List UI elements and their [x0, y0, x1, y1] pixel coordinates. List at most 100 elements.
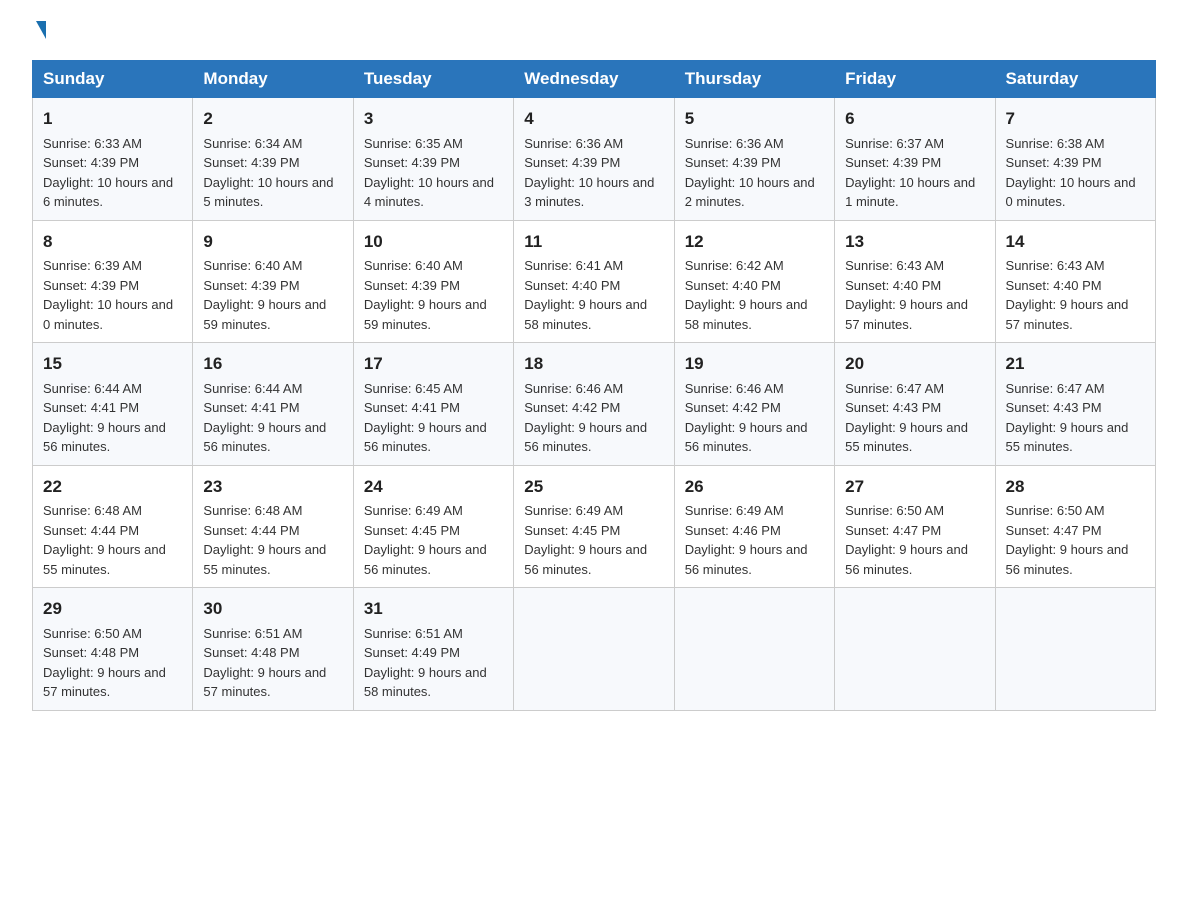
day-of-week-header: Wednesday: [514, 61, 674, 98]
calendar-day-cell: [674, 588, 834, 711]
day-number: 21: [1006, 351, 1145, 377]
day-info: Sunrise: 6:35 AMSunset: 4:39 PMDaylight:…: [364, 136, 494, 210]
day-info: Sunrise: 6:40 AMSunset: 4:39 PMDaylight:…: [364, 258, 487, 332]
day-info: Sunrise: 6:43 AMSunset: 4:40 PMDaylight:…: [845, 258, 968, 332]
page-header: [32, 24, 1156, 42]
day-info: Sunrise: 6:50 AMSunset: 4:48 PMDaylight:…: [43, 626, 166, 700]
calendar-day-cell: 5 Sunrise: 6:36 AMSunset: 4:39 PMDayligh…: [674, 98, 834, 221]
calendar-day-cell: 18 Sunrise: 6:46 AMSunset: 4:42 PMDaylig…: [514, 343, 674, 466]
day-number: 4: [524, 106, 663, 132]
day-number: 10: [364, 229, 503, 255]
day-info: Sunrise: 6:36 AMSunset: 4:39 PMDaylight:…: [685, 136, 815, 210]
day-number: 19: [685, 351, 824, 377]
day-number: 2: [203, 106, 342, 132]
calendar-day-cell: 22 Sunrise: 6:48 AMSunset: 4:44 PMDaylig…: [33, 465, 193, 588]
calendar-day-cell: 13 Sunrise: 6:43 AMSunset: 4:40 PMDaylig…: [835, 220, 995, 343]
day-number: 14: [1006, 229, 1145, 255]
day-number: 3: [364, 106, 503, 132]
day-number: 1: [43, 106, 182, 132]
day-number: 27: [845, 474, 984, 500]
day-number: 26: [685, 474, 824, 500]
calendar-header-row: SundayMondayTuesdayWednesdayThursdayFrid…: [33, 61, 1156, 98]
day-number: 22: [43, 474, 182, 500]
calendar-day-cell: 23 Sunrise: 6:48 AMSunset: 4:44 PMDaylig…: [193, 465, 353, 588]
calendar-day-cell: 26 Sunrise: 6:49 AMSunset: 4:46 PMDaylig…: [674, 465, 834, 588]
calendar-week-row: 22 Sunrise: 6:48 AMSunset: 4:44 PMDaylig…: [33, 465, 1156, 588]
day-number: 24: [364, 474, 503, 500]
day-info: Sunrise: 6:47 AMSunset: 4:43 PMDaylight:…: [1006, 381, 1129, 455]
day-number: 31: [364, 596, 503, 622]
calendar-week-row: 1 Sunrise: 6:33 AMSunset: 4:39 PMDayligh…: [33, 98, 1156, 221]
calendar-day-cell: 16 Sunrise: 6:44 AMSunset: 4:41 PMDaylig…: [193, 343, 353, 466]
calendar-day-cell: 17 Sunrise: 6:45 AMSunset: 4:41 PMDaylig…: [353, 343, 513, 466]
day-number: 5: [685, 106, 824, 132]
day-number: 18: [524, 351, 663, 377]
day-info: Sunrise: 6:36 AMSunset: 4:39 PMDaylight:…: [524, 136, 654, 210]
day-info: Sunrise: 6:37 AMSunset: 4:39 PMDaylight:…: [845, 136, 975, 210]
day-number: 29: [43, 596, 182, 622]
calendar-day-cell: 11 Sunrise: 6:41 AMSunset: 4:40 PMDaylig…: [514, 220, 674, 343]
calendar-day-cell: [514, 588, 674, 711]
calendar-day-cell: 25 Sunrise: 6:49 AMSunset: 4:45 PMDaylig…: [514, 465, 674, 588]
day-info: Sunrise: 6:50 AMSunset: 4:47 PMDaylight:…: [1006, 503, 1129, 577]
calendar-day-cell: 31 Sunrise: 6:51 AMSunset: 4:49 PMDaylig…: [353, 588, 513, 711]
calendar-day-cell: 29 Sunrise: 6:50 AMSunset: 4:48 PMDaylig…: [33, 588, 193, 711]
day-info: Sunrise: 6:51 AMSunset: 4:49 PMDaylight:…: [364, 626, 487, 700]
day-info: Sunrise: 6:34 AMSunset: 4:39 PMDaylight:…: [203, 136, 333, 210]
calendar-day-cell: 30 Sunrise: 6:51 AMSunset: 4:48 PMDaylig…: [193, 588, 353, 711]
day-of-week-header: Sunday: [33, 61, 193, 98]
logo: [32, 24, 46, 42]
day-info: Sunrise: 6:47 AMSunset: 4:43 PMDaylight:…: [845, 381, 968, 455]
day-info: Sunrise: 6:42 AMSunset: 4:40 PMDaylight:…: [685, 258, 808, 332]
day-info: Sunrise: 6:50 AMSunset: 4:47 PMDaylight:…: [845, 503, 968, 577]
day-info: Sunrise: 6:49 AMSunset: 4:46 PMDaylight:…: [685, 503, 808, 577]
day-info: Sunrise: 6:49 AMSunset: 4:45 PMDaylight:…: [364, 503, 487, 577]
calendar-day-cell: 3 Sunrise: 6:35 AMSunset: 4:39 PMDayligh…: [353, 98, 513, 221]
calendar-day-cell: 28 Sunrise: 6:50 AMSunset: 4:47 PMDaylig…: [995, 465, 1155, 588]
day-info: Sunrise: 6:40 AMSunset: 4:39 PMDaylight:…: [203, 258, 326, 332]
day-info: Sunrise: 6:51 AMSunset: 4:48 PMDaylight:…: [203, 626, 326, 700]
calendar-day-cell: 12 Sunrise: 6:42 AMSunset: 4:40 PMDaylig…: [674, 220, 834, 343]
calendar-day-cell: 4 Sunrise: 6:36 AMSunset: 4:39 PMDayligh…: [514, 98, 674, 221]
day-number: 12: [685, 229, 824, 255]
logo-triangle-icon: [36, 21, 46, 39]
calendar-day-cell: 24 Sunrise: 6:49 AMSunset: 4:45 PMDaylig…: [353, 465, 513, 588]
calendar-day-cell: 19 Sunrise: 6:46 AMSunset: 4:42 PMDaylig…: [674, 343, 834, 466]
day-info: Sunrise: 6:48 AMSunset: 4:44 PMDaylight:…: [203, 503, 326, 577]
day-number: 16: [203, 351, 342, 377]
day-of-week-header: Tuesday: [353, 61, 513, 98]
day-of-week-header: Friday: [835, 61, 995, 98]
day-info: Sunrise: 6:43 AMSunset: 4:40 PMDaylight:…: [1006, 258, 1129, 332]
day-info: Sunrise: 6:39 AMSunset: 4:39 PMDaylight:…: [43, 258, 173, 332]
day-info: Sunrise: 6:49 AMSunset: 4:45 PMDaylight:…: [524, 503, 647, 577]
calendar-day-cell: 9 Sunrise: 6:40 AMSunset: 4:39 PMDayligh…: [193, 220, 353, 343]
calendar-day-cell: 1 Sunrise: 6:33 AMSunset: 4:39 PMDayligh…: [33, 98, 193, 221]
day-number: 28: [1006, 474, 1145, 500]
day-number: 23: [203, 474, 342, 500]
calendar-week-row: 29 Sunrise: 6:50 AMSunset: 4:48 PMDaylig…: [33, 588, 1156, 711]
calendar-day-cell: 6 Sunrise: 6:37 AMSunset: 4:39 PMDayligh…: [835, 98, 995, 221]
calendar-day-cell: 14 Sunrise: 6:43 AMSunset: 4:40 PMDaylig…: [995, 220, 1155, 343]
day-of-week-header: Thursday: [674, 61, 834, 98]
day-number: 17: [364, 351, 503, 377]
calendar-day-cell: 21 Sunrise: 6:47 AMSunset: 4:43 PMDaylig…: [995, 343, 1155, 466]
day-number: 15: [43, 351, 182, 377]
day-info: Sunrise: 6:33 AMSunset: 4:39 PMDaylight:…: [43, 136, 173, 210]
day-number: 8: [43, 229, 182, 255]
day-number: 7: [1006, 106, 1145, 132]
calendar-week-row: 15 Sunrise: 6:44 AMSunset: 4:41 PMDaylig…: [33, 343, 1156, 466]
day-info: Sunrise: 6:38 AMSunset: 4:39 PMDaylight:…: [1006, 136, 1136, 210]
day-info: Sunrise: 6:46 AMSunset: 4:42 PMDaylight:…: [524, 381, 647, 455]
day-of-week-header: Saturday: [995, 61, 1155, 98]
calendar-table: SundayMondayTuesdayWednesdayThursdayFrid…: [32, 60, 1156, 711]
day-of-week-header: Monday: [193, 61, 353, 98]
day-number: 30: [203, 596, 342, 622]
day-info: Sunrise: 6:45 AMSunset: 4:41 PMDaylight:…: [364, 381, 487, 455]
calendar-week-row: 8 Sunrise: 6:39 AMSunset: 4:39 PMDayligh…: [33, 220, 1156, 343]
day-info: Sunrise: 6:44 AMSunset: 4:41 PMDaylight:…: [43, 381, 166, 455]
day-number: 6: [845, 106, 984, 132]
day-number: 9: [203, 229, 342, 255]
calendar-day-cell: 8 Sunrise: 6:39 AMSunset: 4:39 PMDayligh…: [33, 220, 193, 343]
calendar-day-cell: 2 Sunrise: 6:34 AMSunset: 4:39 PMDayligh…: [193, 98, 353, 221]
calendar-day-cell: 20 Sunrise: 6:47 AMSunset: 4:43 PMDaylig…: [835, 343, 995, 466]
